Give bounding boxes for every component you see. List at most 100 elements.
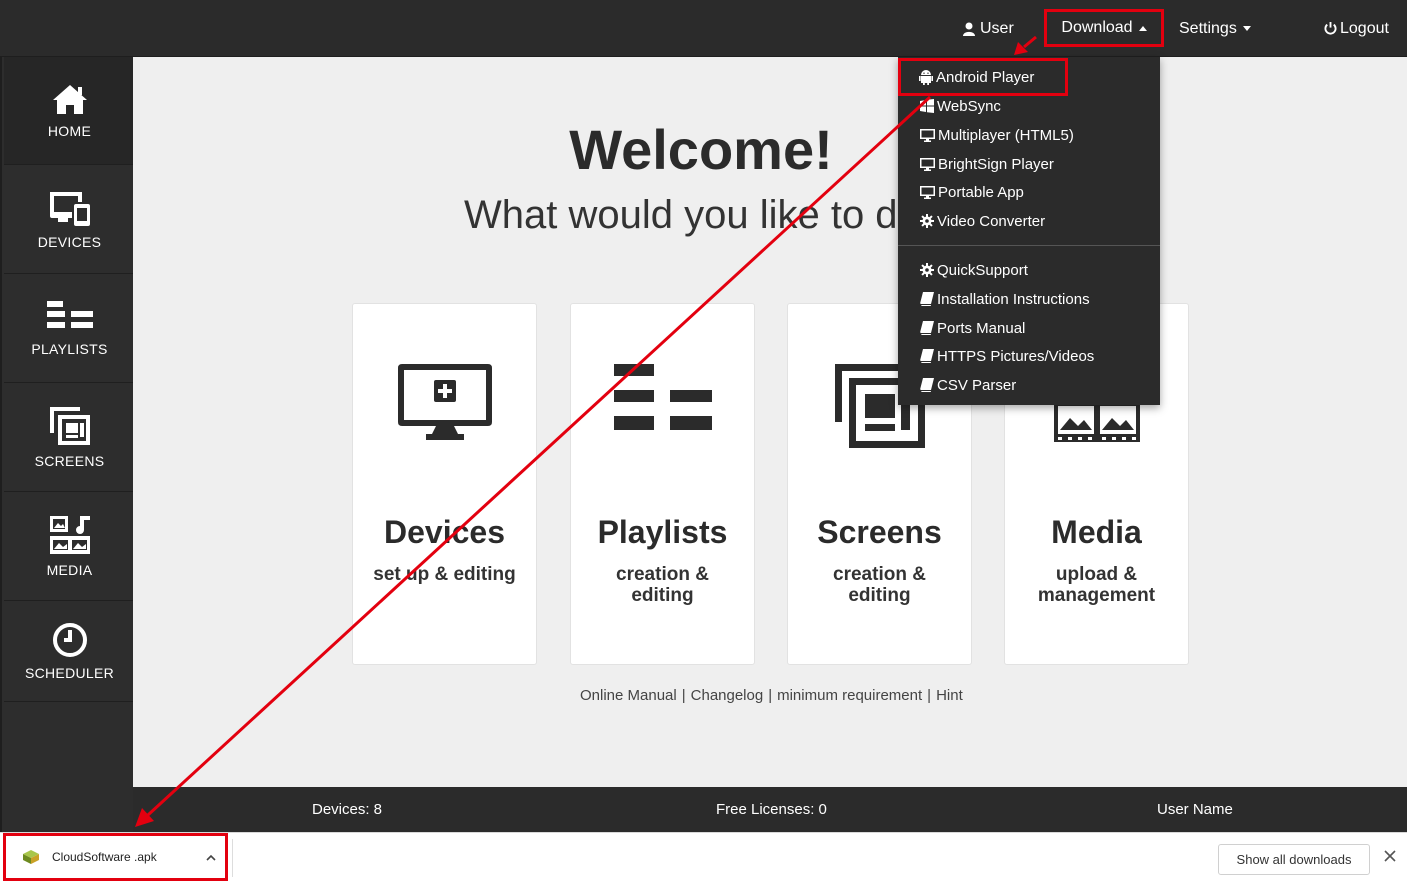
- menu-item-https-pictures-videos[interactable]: HTTPS Pictures/Videos: [920, 345, 1094, 367]
- monitor-plus-icon: [397, 364, 492, 440]
- power-icon: [1324, 22, 1337, 35]
- card-subtitle: creation & editing: [833, 564, 926, 606]
- download-menu[interactable]: Download: [1044, 9, 1164, 47]
- shelf-divider: [232, 839, 233, 877]
- menu-item-portable-app[interactable]: Portable App: [920, 181, 1024, 203]
- download-filename: CloudSoftware .apk: [52, 850, 157, 864]
- card-title: Playlists: [597, 514, 728, 550]
- sidebar-item-label: SCHEDULER: [24, 664, 115, 681]
- card-title: Media: [1051, 514, 1142, 550]
- chevron-up-icon[interactable]: [206, 854, 216, 861]
- download-shelf: CloudSoftware .apk Show all downloads: [0, 832, 1407, 882]
- desktop-icon: [920, 185, 935, 199]
- playlists-icon: [46, 300, 93, 328]
- menu-item-label: Portable App: [938, 183, 1024, 201]
- user-name: User Name: [1157, 801, 1233, 818]
- card-playlists[interactable]: Playlists creation & editing: [570, 303, 755, 665]
- windows-icon: [920, 99, 934, 113]
- sidebar: HOME DEVICES PLAYLISTS SCREENS MEDIA SCH…: [0, 57, 135, 832]
- link-minimum-requirement[interactable]: minimum requirement: [777, 687, 922, 704]
- menu-item-label: QuickSupport: [937, 261, 1028, 279]
- menu-item-ports-manual[interactable]: Ports Manual: [920, 317, 1025, 339]
- menu-item-label: Android Player: [936, 68, 1035, 86]
- page-subtitle: What would you like to do?: [464, 193, 904, 237]
- menu-item-websync[interactable]: WebSync: [920, 95, 1001, 117]
- gear-icon: [920, 263, 934, 277]
- menu-item-csv-parser[interactable]: CSV Parser: [920, 374, 1016, 396]
- gear-icon: [920, 214, 934, 228]
- media-icon: [49, 515, 90, 554]
- sidebar-item-devices[interactable]: DEVICES: [4, 166, 135, 274]
- user-menu[interactable]: User: [963, 0, 1014, 57]
- card-subtitle: upload & management: [1037, 564, 1156, 606]
- show-all-downloads-button[interactable]: Show all downloads: [1218, 844, 1370, 875]
- logout-button[interactable]: Logout: [1324, 0, 1389, 57]
- sidebar-item-label: SCREENS: [34, 452, 105, 469]
- settings-label: Settings: [1179, 19, 1237, 37]
- card-title: Screens: [817, 514, 942, 550]
- caret-down-icon: [1242, 26, 1251, 31]
- menu-item-label: Video Converter: [937, 212, 1046, 230]
- free-licenses: Free Licenses: 0: [716, 801, 827, 818]
- devices-count: Devices: 8: [312, 801, 383, 818]
- book-icon: [920, 378, 934, 392]
- footer-links: Online Manual | Changelog | minimum requirem…: [580, 687, 963, 704]
- sidebar-item-label: DEVICES: [37, 233, 102, 250]
- book-icon: [920, 292, 934, 306]
- main-content: Welcome! What would you like to do? Devi…: [133, 57, 1407, 787]
- menu-item-multiplayer[interactable]: Multiplayer (HTML5): [920, 124, 1074, 146]
- sidebar-item-screens[interactable]: SCREENS: [4, 384, 135, 492]
- logout-label: Logout: [1340, 19, 1389, 37]
- user-icon: [963, 22, 975, 36]
- download-dropdown: Android Player WebSync Multiplayer (HTML…: [898, 57, 1160, 405]
- sidebar-item-label: HOME: [47, 122, 92, 139]
- home-icon: [52, 84, 87, 114]
- menu-item-label: WebSync: [937, 97, 1001, 115]
- sidebar-item-scheduler[interactable]: SCHEDULER: [4, 602, 135, 702]
- menu-item-label: Multiplayer (HTML5): [938, 126, 1074, 144]
- sidebar-item-home[interactable]: HOME: [4, 57, 135, 165]
- user-label: User: [980, 19, 1014, 37]
- sidebar-item-media[interactable]: MEDIA: [4, 493, 135, 601]
- menu-item-installation-instructions[interactable]: Installation Instructions: [920, 288, 1090, 310]
- clock-icon: [52, 622, 87, 657]
- menu-item-video-converter[interactable]: Video Converter: [920, 210, 1045, 232]
- link-separator: |: [927, 687, 932, 704]
- link-online-manual[interactable]: Online Manual: [580, 687, 677, 704]
- link-separator: |: [681, 687, 686, 704]
- sidebar-item-label: MEDIA: [46, 561, 93, 578]
- link-separator: |: [768, 687, 773, 704]
- settings-menu[interactable]: Settings: [1179, 0, 1251, 57]
- download-item[interactable]: CloudSoftware .apk: [3, 833, 228, 881]
- card-title: Devices: [384, 514, 505, 550]
- menu-item-quicksupport[interactable]: QuickSupport: [920, 259, 1028, 281]
- menu-item-label: CSV Parser: [937, 376, 1017, 394]
- devices-icon: [49, 191, 90, 226]
- menu-divider: [898, 245, 1160, 246]
- download-label: Download: [1061, 19, 1133, 36]
- sidebar-item-playlists[interactable]: PLAYLISTS: [4, 275, 135, 383]
- card-subtitle: creation & editing: [616, 564, 709, 606]
- desktop-icon: [920, 157, 935, 171]
- book-icon: [920, 321, 934, 335]
- book-icon: [920, 349, 934, 363]
- top-navbar: User Download Settings Logout: [0, 0, 1407, 57]
- caret-up-icon: [1138, 25, 1147, 31]
- android-icon: [919, 70, 933, 85]
- menu-item-brightsign-player[interactable]: BrightSign Player: [920, 153, 1054, 175]
- desktop-icon: [920, 128, 935, 142]
- close-icon[interactable]: [1382, 848, 1398, 864]
- menu-item-label: BrightSign Player: [938, 155, 1054, 173]
- link-hint[interactable]: Hint: [936, 687, 963, 704]
- menu-item-label: Ports Manual: [937, 319, 1026, 337]
- status-bar: Devices: 8 Free Licenses: 0 User Name: [133, 787, 1407, 832]
- card-subtitle: set up & editing: [373, 564, 516, 585]
- link-changelog[interactable]: Changelog: [691, 687, 764, 704]
- sidebar-item-label: PLAYLISTS: [31, 340, 108, 357]
- playlists-icon: [613, 364, 712, 430]
- screens-icon: [49, 406, 90, 445]
- menu-item-label: Installation Instructions: [937, 290, 1090, 308]
- card-devices[interactable]: Devices set up & editing: [352, 303, 537, 665]
- menu-item-label: HTTPS Pictures/Videos: [937, 347, 1095, 365]
- menu-item-android-player[interactable]: Android Player: [898, 58, 1068, 96]
